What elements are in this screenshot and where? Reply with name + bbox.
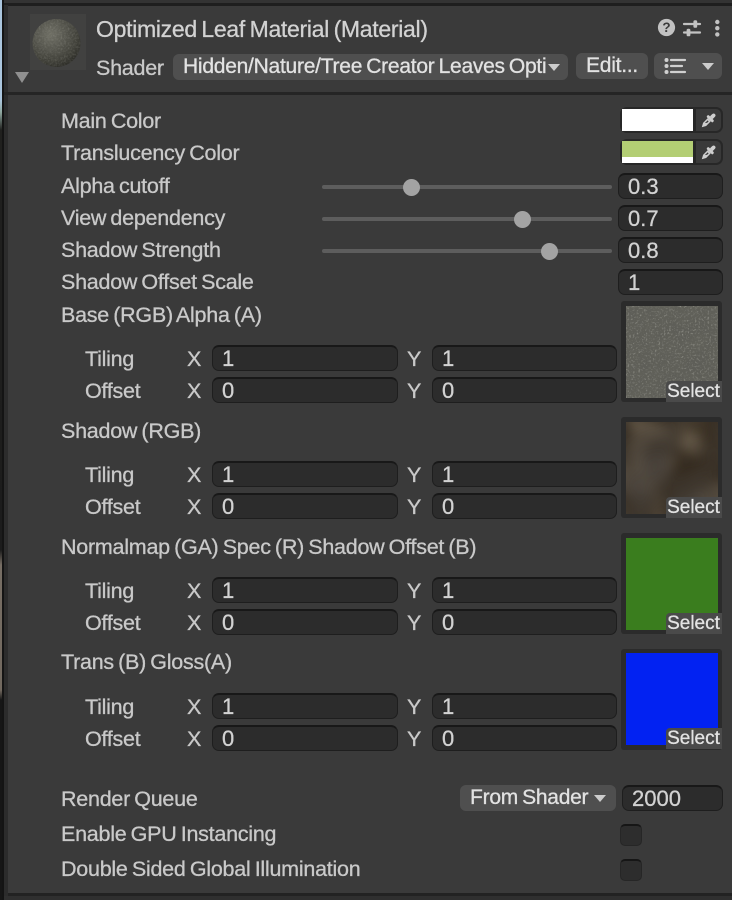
svg-text:?: ? xyxy=(662,20,670,35)
